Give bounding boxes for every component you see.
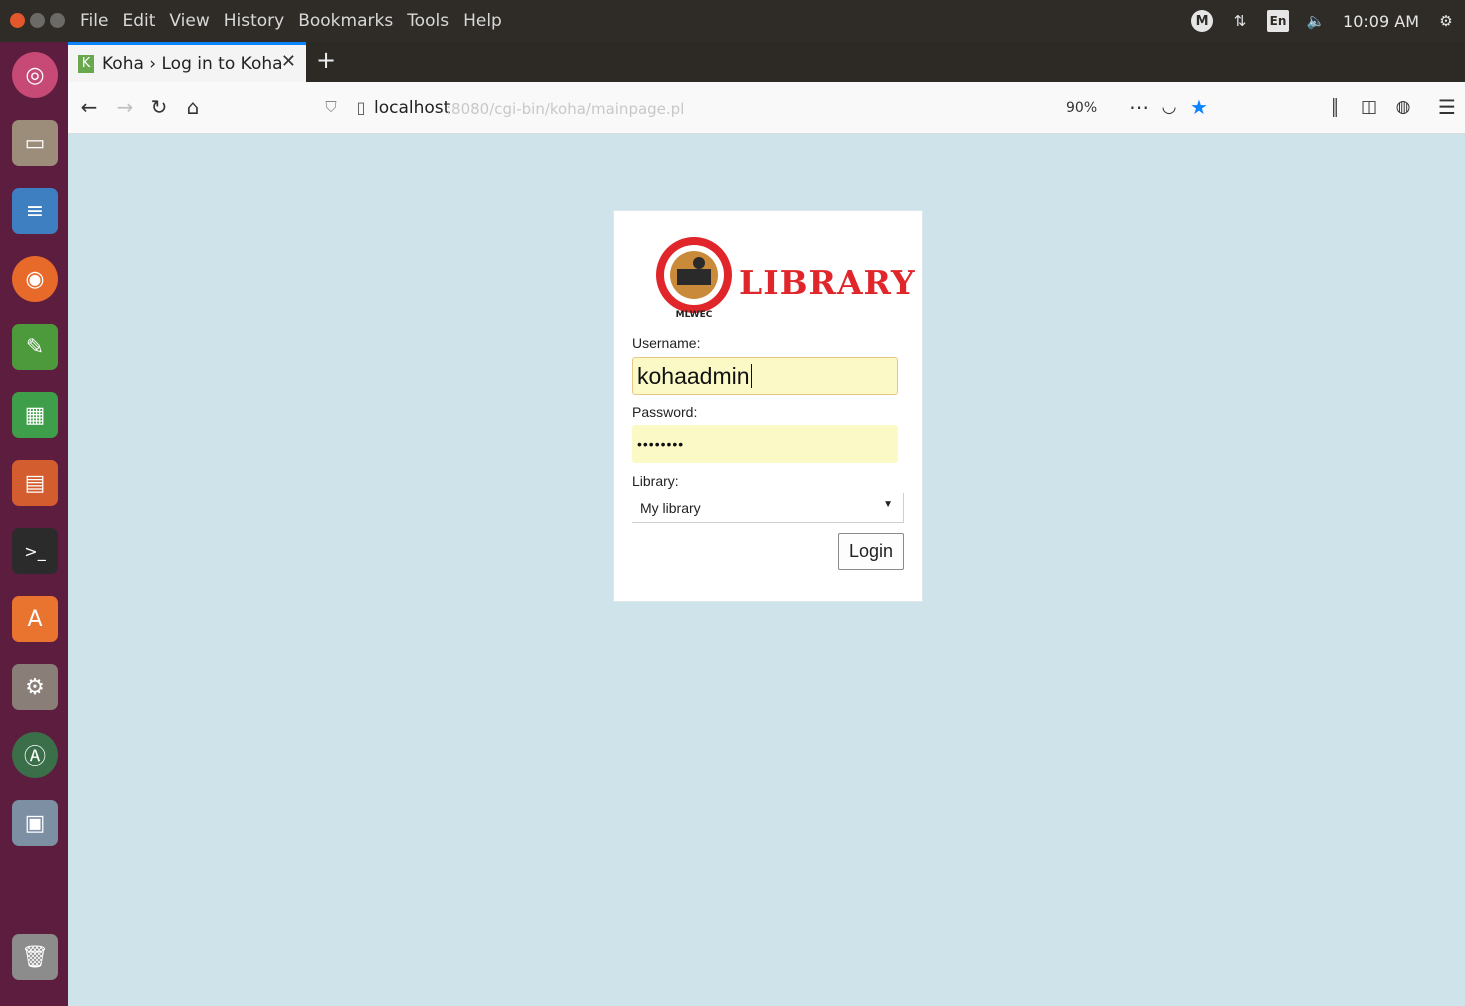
- keyboard-layout-icon[interactable]: En: [1267, 10, 1290, 32]
- account-icon[interactable]: ◍: [1390, 94, 1416, 120]
- software-center-icon[interactable]: A: [12, 596, 58, 642]
- app-menu: File Edit View History Bookmarks Tools H…: [80, 0, 502, 42]
- power-settings-icon[interactable]: ⚙: [1435, 10, 1457, 32]
- page-info-icon[interactable]: ▯: [348, 94, 374, 120]
- password-label: Password:: [632, 404, 698, 420]
- top-menu-bar: File Edit View History Bookmarks Tools H…: [0, 0, 1465, 42]
- forward-arrow-icon[interactable]: →: [112, 94, 138, 120]
- system-tray: M ⇅ En 🔈 10:09 AM ⚙: [1191, 0, 1457, 42]
- library-select[interactable]: My library ▼: [632, 493, 904, 523]
- page-content: MLWEC LIBRARY Username: kohaadmin Passwo…: [68, 134, 1465, 1006]
- password-input[interactable]: ••••••••: [632, 425, 898, 463]
- menu-help[interactable]: Help: [463, 11, 502, 31]
- system-settings-icon[interactable]: ⚙: [12, 664, 58, 710]
- text-caret: [750, 364, 752, 388]
- library-icon[interactable]: ║: [1322, 94, 1348, 120]
- clock[interactable]: 10:09 AM: [1343, 12, 1419, 31]
- menu-edit[interactable]: Edit: [122, 11, 155, 31]
- mail-indicator-icon[interactable]: M: [1191, 10, 1214, 32]
- volume-icon[interactable]: 🔈: [1305, 10, 1327, 32]
- back-arrow-icon[interactable]: ←: [76, 94, 102, 120]
- login-panel: MLWEC LIBRARY Username: kohaadmin Passwo…: [613, 210, 923, 602]
- window-minimize-button[interactable]: [30, 13, 45, 28]
- reload-icon[interactable]: ↻: [146, 94, 172, 120]
- files-icon[interactable]: ▭: [12, 120, 58, 166]
- menu-view[interactable]: View: [169, 11, 209, 31]
- hamburger-menu-icon[interactable]: ☰: [1434, 94, 1460, 120]
- tab-close-icon[interactable]: ✕: [281, 51, 296, 72]
- username-label: Username:: [632, 335, 701, 351]
- library-logo-seal: MLWEC: [656, 237, 732, 320]
- pocket-icon[interactable]: ◡: [1156, 94, 1182, 120]
- logo-library-text: LIBRARY: [739, 263, 916, 302]
- network-icon[interactable]: ⇅: [1229, 10, 1251, 32]
- text-editor-icon[interactable]: ✎: [12, 324, 58, 370]
- username-input[interactable]: kohaadmin: [632, 357, 898, 395]
- bookmark-star-icon[interactable]: ★: [1186, 94, 1212, 120]
- username-value: kohaadmin: [637, 362, 750, 389]
- login-button[interactable]: Login: [838, 533, 904, 570]
- menu-bookmarks[interactable]: Bookmarks: [298, 11, 393, 31]
- password-mask: ••••••••: [637, 436, 685, 452]
- logo-caption: MLWEC: [676, 310, 713, 320]
- tab-title: Koha › Log in to Koha: [102, 53, 283, 74]
- calc-spreadsheet-icon[interactable]: ▦: [12, 392, 58, 438]
- trash-icon[interactable]: 🗑: [12, 934, 58, 980]
- impress-presentation-icon[interactable]: ▤: [12, 460, 58, 506]
- writer-doc-icon[interactable]: ≡: [12, 188, 58, 234]
- window-maximize-button[interactable]: [50, 13, 65, 28]
- dropdown-arrow-icon: ▼: [883, 499, 893, 510]
- koha-favicon-icon: K: [78, 54, 94, 73]
- software-updater-icon[interactable]: Ⓐ: [12, 732, 58, 778]
- url-host[interactable]: localhost: [374, 98, 450, 118]
- ubuntu-dash-icon[interactable]: ◎: [12, 52, 58, 98]
- sidebar-toggle-icon[interactable]: ◫: [1356, 94, 1382, 120]
- tab-koha-login[interactable]: K Koha › Log in to Koha ✕: [68, 42, 306, 82]
- library-selected-value: My library: [640, 499, 701, 516]
- url-path[interactable]: :8080/cgi-bin/koha/mainpage.pl: [446, 100, 684, 118]
- library-label: Library:: [632, 473, 679, 489]
- window-close-button[interactable]: [10, 13, 25, 28]
- tab-strip: K Koha › Log in to Koha ✕ +: [68, 42, 1465, 82]
- firefox-icon[interactable]: ◉: [12, 256, 58, 302]
- menu-tools[interactable]: Tools: [407, 11, 449, 31]
- home-icon[interactable]: ⌂: [180, 94, 206, 120]
- navigation-bar: ← → ↻ ⌂ ⛉ ▯ localhost :8080/cgi-bin/koha…: [68, 82, 1465, 134]
- new-tab-button[interactable]: +: [316, 46, 336, 74]
- launcher-sidebar: ◎ ▭ ≡ ◉ ✎ ▦ ▤ >_ A ⚙ Ⓐ ▣ 🗑: [0, 42, 68, 1006]
- menu-file[interactable]: File: [80, 11, 108, 31]
- terminal-icon[interactable]: >_: [12, 528, 58, 574]
- tracking-shield-icon[interactable]: ⛉: [318, 94, 344, 120]
- zoom-level[interactable]: 90%: [1066, 100, 1097, 116]
- file-archive-icon[interactable]: ▣: [12, 800, 58, 846]
- page-actions-icon[interactable]: ⋯: [1126, 94, 1152, 120]
- menu-history[interactable]: History: [224, 11, 284, 31]
